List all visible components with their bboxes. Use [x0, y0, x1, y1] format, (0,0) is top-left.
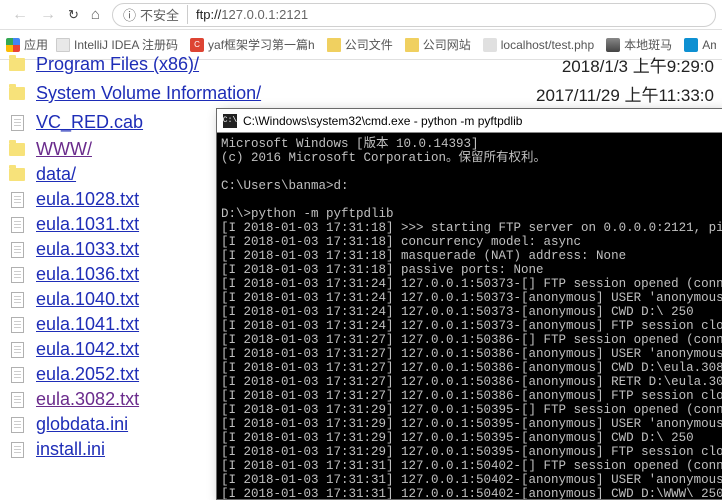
file-icon: [11, 115, 24, 131]
info-icon: ⓘ: [123, 5, 136, 24]
back-arrow-icon[interactable]: ←: [6, 6, 34, 24]
home-icon[interactable]: ⌂: [85, 6, 106, 23]
file-link[interactable]: System Volume Information/: [36, 83, 374, 104]
cmd-window[interactable]: C:\ C:\Windows\system32\cmd.exe - python…: [216, 108, 722, 500]
cmd-titlebar[interactable]: C:\ C:\Windows\system32\cmd.exe - python…: [217, 109, 722, 133]
file-icon: [11, 317, 24, 333]
file-date: 2017/11/29 上午11:33:0: [484, 81, 714, 106]
forward-arrow-icon[interactable]: →: [34, 6, 62, 24]
address-bar[interactable]: ⓘ 不安全 ftp://127.0.0.1:2121: [112, 3, 716, 27]
file-icon: [11, 367, 24, 383]
folder-icon: [9, 168, 25, 181]
browser-navbar: ← → ↻ ⌂ ⓘ 不安全 ftp://127.0.0.1:2121: [0, 0, 722, 30]
folder-icon: [9, 87, 25, 100]
file-icon: [11, 267, 24, 283]
file-icon: [11, 392, 24, 408]
file-icon: [11, 417, 24, 433]
file-icon: [11, 292, 24, 308]
file-icon: [11, 242, 24, 258]
url-text: ftp://127.0.0.1:2121: [196, 7, 308, 22]
file-icon: [11, 442, 24, 458]
file-icon: [11, 192, 24, 208]
file-row: System Volume Information/2017/11/29 上午1…: [0, 79, 722, 108]
cmd-title: C:\Windows\system32\cmd.exe - python -m …: [243, 114, 719, 128]
insecure-label: 不安全: [140, 5, 188, 24]
file-row: Program Files (x86)/ 2018/1/3 上午9:29:0: [0, 50, 722, 79]
reload-icon[interactable]: ↻: [62, 7, 85, 23]
folder-icon: [9, 143, 25, 156]
file-link[interactable]: Program Files (x86)/: [36, 54, 374, 75]
file-icon: [11, 342, 24, 358]
file-date: 2018/1/3 上午9:29:0: [484, 52, 714, 77]
folder-icon: [9, 58, 25, 71]
cmd-icon: C:\: [223, 114, 237, 128]
cmd-output[interactable]: Microsoft Windows [版本 10.0.14393] (c) 20…: [217, 133, 722, 499]
file-icon: [11, 217, 24, 233]
